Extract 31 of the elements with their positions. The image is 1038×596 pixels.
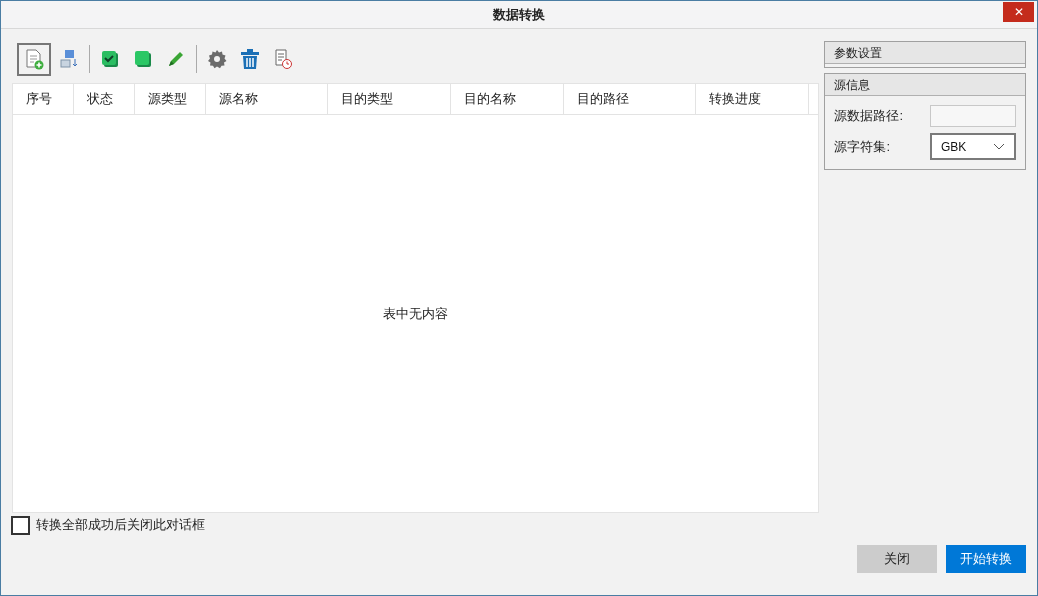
gear-icon [207, 49, 227, 69]
document-clock-icon [273, 48, 293, 70]
document-plus-icon [23, 48, 45, 70]
empty-table-message: 表中无内容 [383, 304, 449, 323]
stacked-squares-icon [133, 49, 153, 69]
pencil-icon [166, 49, 186, 69]
checkbox[interactable] [11, 515, 30, 535]
column-header[interactable]: 状态 [74, 84, 135, 114]
close-button[interactable]: ✕ [1003, 2, 1034, 22]
close-dialog-button[interactable]: 关闭 [857, 545, 937, 573]
start-button[interactable]: 开始转换 [946, 545, 1026, 573]
panel-title: 源信息 [834, 76, 871, 94]
column-header[interactable]: 目的名称 [451, 84, 564, 114]
chevron-down-icon [993, 143, 1005, 150]
checkbox-label: 转换全部成功后关闭此对话框 [36, 516, 205, 535]
toolbar-button[interactable] [17, 42, 51, 76]
column-header[interactable]: 源名称 [206, 84, 328, 114]
column-header[interactable]: 源类型 [135, 84, 206, 114]
column-header[interactable]: 目的路径 [564, 84, 696, 114]
column-header[interactable]: 序号 [13, 84, 74, 114]
input-field[interactable] [930, 105, 1016, 127]
column-header[interactable]: 目的类型 [328, 84, 451, 114]
stacked-boxes-icon [59, 48, 79, 70]
checked-square-icon [100, 49, 120, 69]
field-label: 源数据路径: [834, 107, 904, 126]
field-label: 源字符集: [834, 137, 891, 156]
trash-icon [240, 48, 260, 70]
panel-title: 参数设置 [834, 44, 883, 62]
window-title: 数据转换 [493, 5, 545, 24]
charset-dropdown[interactable]: GBK [930, 133, 1016, 160]
column-header[interactable]: 转换进度 [696, 84, 809, 114]
